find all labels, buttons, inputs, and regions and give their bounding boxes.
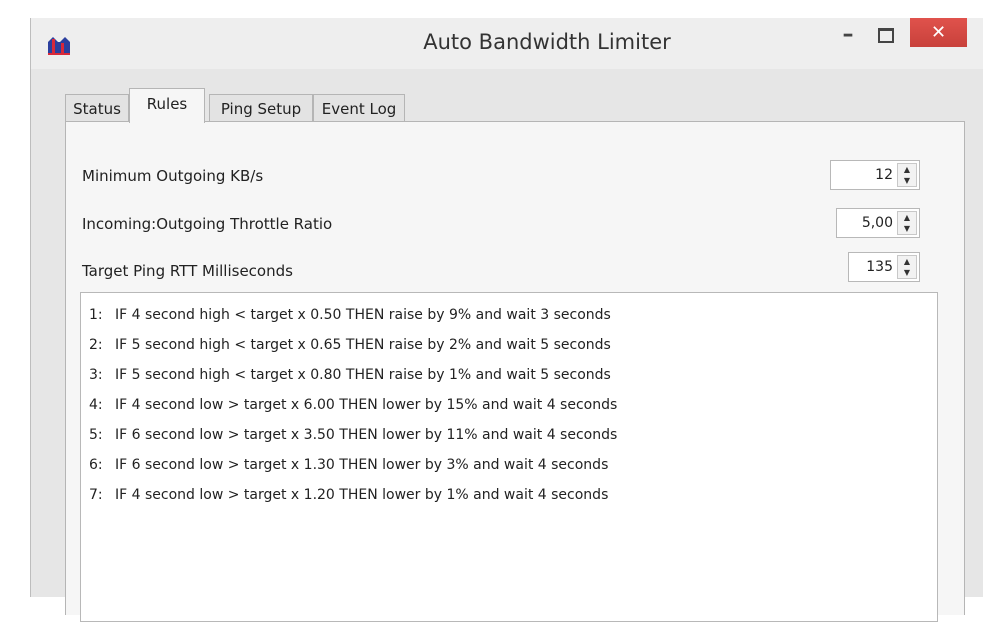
throttle-ratio-spin-buttons[interactable]: ▲ ▼	[897, 211, 917, 235]
rules-list[interactable]: 1: IF 4 second high < target x 0.50 THEN …	[80, 292, 938, 622]
throttle-ratio-spinner[interactable]: 5,00 ▲ ▼	[836, 208, 920, 238]
spin-down-icon[interactable]: ▼	[898, 267, 916, 278]
list-item[interactable]: 3: IF 5 second high < target x 0.80 THEN …	[89, 367, 611, 383]
rule-number: 2:	[89, 337, 103, 353]
target-ping-spinner[interactable]: 135 ▲ ▼	[848, 252, 920, 282]
tab-rules[interactable]: Rules	[129, 88, 205, 123]
list-item[interactable]: 4: IF 4 second low > target x 6.00 THEN l…	[89, 397, 617, 413]
rule-text: IF 4 second low > target x 6.00 THEN low…	[115, 397, 618, 413]
rule-text: IF 5 second high < target x 0.65 THEN ra…	[115, 337, 611, 353]
list-item[interactable]: 7: IF 4 second low > target x 1.20 THEN l…	[89, 487, 608, 503]
minimize-button[interactable]: –	[831, 22, 865, 52]
maximize-icon	[878, 28, 894, 43]
throttle-ratio-value[interactable]: 5,00	[862, 215, 893, 231]
list-item[interactable]: 6: IF 6 second low > target x 1.30 THEN l…	[89, 457, 608, 473]
spin-up-icon[interactable]: ▲	[898, 164, 916, 175]
list-item[interactable]: 2: IF 5 second high < target x 0.65 THEN …	[89, 337, 611, 353]
app-window: Auto Bandwidth Limiter – ✕ Status Rules …	[30, 18, 983, 622]
throttle-ratio-label: Incoming:Outgoing Throttle Ratio	[82, 215, 333, 233]
rule-number: 5:	[89, 427, 103, 443]
title-bar[interactable]: Auto Bandwidth Limiter – ✕	[31, 18, 983, 69]
spin-down-icon[interactable]: ▼	[898, 223, 916, 234]
maximize-button[interactable]	[869, 24, 903, 54]
spin-down-icon[interactable]: ▼	[898, 175, 916, 186]
tab-status[interactable]: Status	[65, 94, 129, 122]
rule-number: 1:	[89, 307, 103, 323]
tab-event-log[interactable]: Event Log	[313, 94, 405, 122]
rule-text: IF 6 second low > target x 1.30 THEN low…	[115, 457, 609, 473]
close-button[interactable]: ✕	[910, 18, 967, 47]
rule-number: 6:	[89, 457, 103, 473]
min-outgoing-label: Minimum Outgoing KB/s	[82, 167, 264, 185]
rules-panel: Minimum Outgoing KB/s 12 ▲ ▼ Incoming:Ou…	[65, 121, 965, 622]
spin-up-icon[interactable]: ▲	[898, 256, 916, 267]
target-ping-value[interactable]: 135	[866, 259, 893, 275]
rule-number: 7:	[89, 487, 103, 503]
rule-text: IF 6 second low > target x 3.50 THEN low…	[115, 427, 618, 443]
tab-ping-setup[interactable]: Ping Setup	[209, 94, 313, 122]
min-outgoing-spinner[interactable]: 12 ▲ ▼	[830, 160, 920, 190]
desktop: Auto Bandwidth Limiter – ✕ Status Rules …	[0, 0, 983, 622]
list-item[interactable]: 5: IF 6 second low > target x 3.50 THEN l…	[89, 427, 617, 443]
min-outgoing-value[interactable]: 12	[875, 167, 893, 183]
target-ping-spin-buttons[interactable]: ▲ ▼	[897, 255, 917, 279]
target-ping-label: Target Ping RTT Milliseconds	[82, 262, 293, 280]
rule-number: 4:	[89, 397, 103, 413]
rule-text: IF 4 second low > target x 1.20 THEN low…	[115, 487, 609, 503]
rule-text: IF 4 second high < target x 0.50 THEN ra…	[115, 307, 611, 323]
min-outgoing-spin-buttons[interactable]: ▲ ▼	[897, 163, 917, 187]
rule-number: 3:	[89, 367, 103, 383]
spin-up-icon[interactable]: ▲	[898, 212, 916, 223]
window-title: Auto Bandwidth Limiter	[423, 30, 671, 54]
list-item[interactable]: 1: IF 4 second high < target x 0.50 THEN …	[89, 307, 611, 323]
rule-text: IF 5 second high < target x 0.80 THEN ra…	[115, 367, 611, 383]
